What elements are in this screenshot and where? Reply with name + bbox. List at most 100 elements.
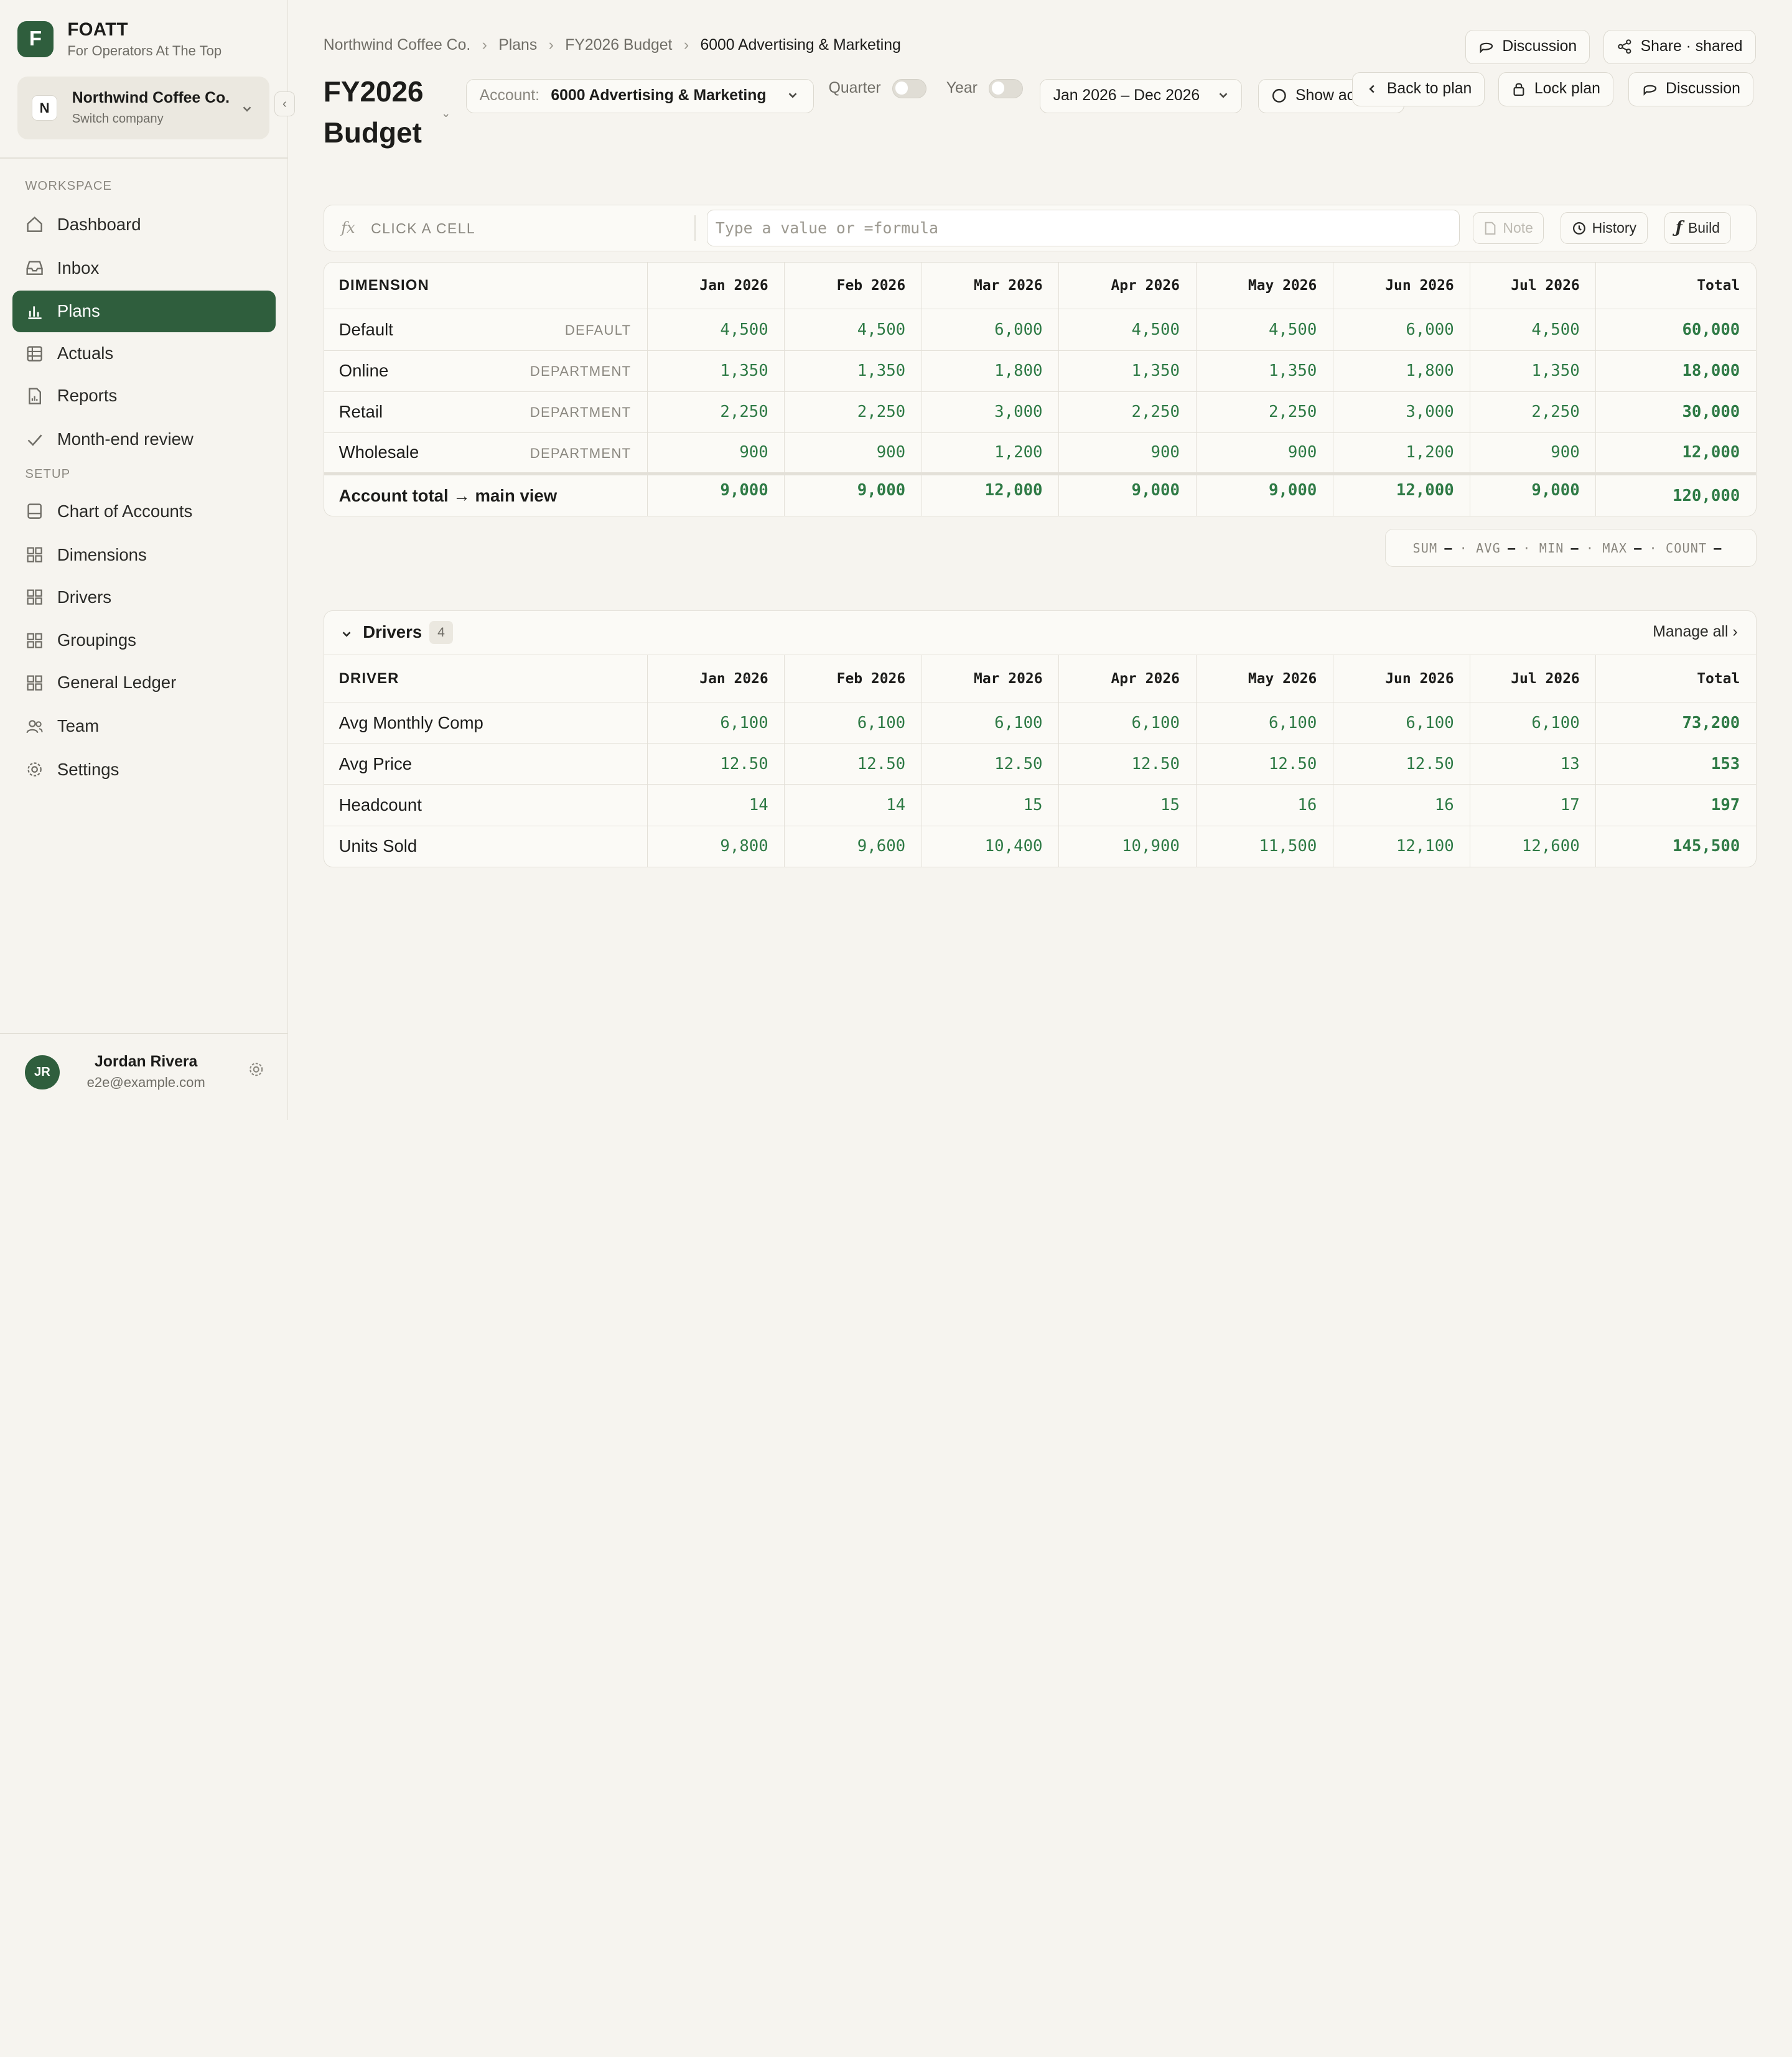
history-button[interactable]: History	[1561, 212, 1648, 245]
table-cell[interactable]: 900	[647, 432, 785, 474]
year-toggle[interactable]	[989, 78, 1024, 98]
table-cell[interactable]: 3,000	[1333, 391, 1470, 433]
table-cell[interactable]: 6,100	[921, 702, 1059, 744]
column-header[interactable]: Feb 2026	[784, 655, 922, 703]
table-cell[interactable]: 2,250	[647, 391, 785, 433]
table-cell[interactable]: 15	[1058, 784, 1197, 826]
table-cell[interactable]: 15	[921, 784, 1059, 826]
table-cell[interactable]: 12.50	[1195, 743, 1333, 785]
table-cell[interactable]: 12.50	[921, 743, 1059, 785]
table-cell[interactable]: 3,000	[921, 391, 1059, 433]
table-cell[interactable]: 16	[1333, 784, 1470, 826]
column-header[interactable]: Apr 2026	[1058, 262, 1197, 310]
column-header[interactable]: May 2026	[1195, 655, 1333, 703]
table-cell[interactable]: 6,100	[647, 702, 785, 744]
breadcrumb-company[interactable]: Northwind Coffee Co.	[324, 37, 470, 54]
table-cell[interactable]: 6,100	[1333, 702, 1470, 744]
table-cell[interactable]: 6,000	[1333, 309, 1470, 351]
table-cell[interactable]: 1,800	[921, 350, 1059, 392]
sidebar-item-inbox[interactable]: Inbox	[12, 247, 275, 289]
table-cell[interactable]: 4,500	[1195, 309, 1333, 351]
table-cell[interactable]: 1,350	[784, 350, 922, 392]
table-cell[interactable]: 17	[1470, 784, 1596, 826]
quarter-toggle[interactable]	[892, 78, 927, 98]
table-cell[interactable]: 900	[1195, 432, 1333, 474]
table-cell[interactable]: 14	[647, 784, 785, 826]
table-cell[interactable]: 10,900	[1058, 826, 1197, 867]
table-cell[interactable]: 10,400	[921, 826, 1059, 867]
table-cell[interactable]: 900	[1058, 432, 1197, 474]
collapse-sidebar-button[interactable]: ‹	[274, 91, 295, 117]
column-header[interactable]: Feb 2026	[784, 262, 922, 310]
sidebar-item-reports[interactable]: Reports	[12, 375, 275, 417]
table-cell[interactable]: 12.50	[647, 743, 785, 785]
sidebar-item-plans[interactable]: Plans	[12, 290, 276, 333]
table-cell[interactable]: 4,500	[1470, 309, 1596, 351]
sidebar-item-settings[interactable]: Settings	[12, 749, 275, 791]
table-cell[interactable]: 1,200	[1333, 432, 1470, 474]
table-cell[interactable]: 1,800	[1333, 350, 1470, 392]
sidebar-item-dimensions[interactable]: Dimensions	[12, 534, 275, 576]
column-header[interactable]: May 2026	[1195, 262, 1333, 310]
sidebar-item-drivers[interactable]: Drivers	[12, 576, 275, 618]
sidebar-item-team[interactable]: Team	[12, 705, 275, 747]
table-cell[interactable]: 4,500	[784, 309, 922, 351]
table-cell[interactable]: 1,350	[1470, 350, 1596, 392]
table-cell[interactable]: 16	[1195, 784, 1333, 826]
column-header[interactable]: Jan 2026	[647, 655, 785, 703]
note-button[interactable]: Note	[1472, 212, 1544, 245]
table-cell[interactable]: 12,100	[1333, 826, 1470, 867]
driver-name[interactable]: Units Sold	[324, 826, 648, 867]
table-cell[interactable]: 12.50	[1333, 743, 1470, 785]
column-header[interactable]: Jul 2026	[1470, 655, 1596, 703]
driver-name[interactable]: Avg Monthly Comp	[324, 702, 648, 744]
table-cell[interactable]: 6,000	[921, 309, 1059, 351]
sidebar-item-chart-of-accounts[interactable]: Chart of Accounts	[12, 490, 275, 533]
table-cell[interactable]: 6,100	[1470, 702, 1596, 744]
table-cell[interactable]: 6,100	[1195, 702, 1333, 744]
table-cell[interactable]: 900	[1470, 432, 1596, 474]
chevron-down-icon[interactable]	[340, 625, 353, 646]
table-cell[interactable]: 1,350	[647, 350, 785, 392]
table-cell[interactable]: 12.50	[1058, 743, 1197, 785]
sidebar-item-month-end-review[interactable]: Month-end review	[12, 418, 275, 460]
table-cell[interactable]: 9,800	[647, 826, 785, 867]
table-cell[interactable]: 12,600	[1470, 826, 1596, 867]
column-header[interactable]: Jun 2026	[1333, 262, 1470, 310]
column-header[interactable]: Jun 2026	[1333, 655, 1470, 703]
manage-all-link[interactable]: Manage all ›	[1653, 623, 1737, 641]
driver-name[interactable]: Avg Price	[324, 743, 648, 785]
drivers-header[interactable]: Drivers 4 Manage all ›	[324, 611, 1756, 656]
sidebar-item-dashboard[interactable]: Dashboard	[12, 203, 275, 246]
table-cell[interactable]: 1,350	[1195, 350, 1333, 392]
column-header[interactable]: Mar 2026	[921, 655, 1059, 703]
table-cell[interactable]: 9,600	[784, 826, 922, 867]
table-cell[interactable]: 4,500	[1058, 309, 1197, 351]
table-cell[interactable]: 13	[1470, 743, 1596, 785]
gear-icon[interactable]	[247, 1060, 265, 1083]
table-cell[interactable]: 14	[784, 784, 922, 826]
table-cell[interactable]: 6,100	[784, 702, 922, 744]
company-switcher[interactable]: N Northwind Coffee Co. Switch company	[17, 77, 270, 140]
breadcrumb-plans[interactable]: Plans	[498, 37, 537, 54]
table-cell[interactable]: 2,250	[1470, 391, 1596, 433]
column-header[interactable]: Mar 2026	[921, 262, 1059, 310]
table-cell[interactable]: 1,350	[1058, 350, 1197, 392]
chevron-down-icon[interactable]: ⌄	[441, 106, 450, 120]
build-formula-button[interactable]: ƒ Build	[1664, 212, 1731, 245]
back-to-plan-button[interactable]: Back to plan	[1351, 72, 1485, 106]
brand[interactable]: F FOATT For Operators At The Top	[17, 19, 222, 59]
column-header[interactable]: Jul 2026	[1470, 262, 1596, 310]
discussion-top-button[interactable]: Discussion	[1465, 29, 1590, 64]
sidebar-item-general-ledger[interactable]: General Ledger	[12, 661, 275, 704]
column-header[interactable]: Apr 2026	[1058, 655, 1197, 703]
account-total-link[interactable]: Account total → main view	[324, 472, 648, 516]
sidebar-item-groupings[interactable]: Groupings	[12, 619, 275, 661]
breadcrumb-plan[interactable]: FY2026 Budget	[565, 37, 672, 54]
column-header[interactable]: Jan 2026	[647, 262, 785, 310]
share-button[interactable]: Share · shared	[1603, 29, 1756, 64]
user-profile[interactable]: JR Jordan Rivera e2e@example.com	[25, 1053, 265, 1091]
table-cell[interactable]: 2,250	[1058, 391, 1197, 433]
discussion-button[interactable]: Discussion	[1628, 72, 1754, 106]
table-cell[interactable]: 4,500	[647, 309, 785, 351]
